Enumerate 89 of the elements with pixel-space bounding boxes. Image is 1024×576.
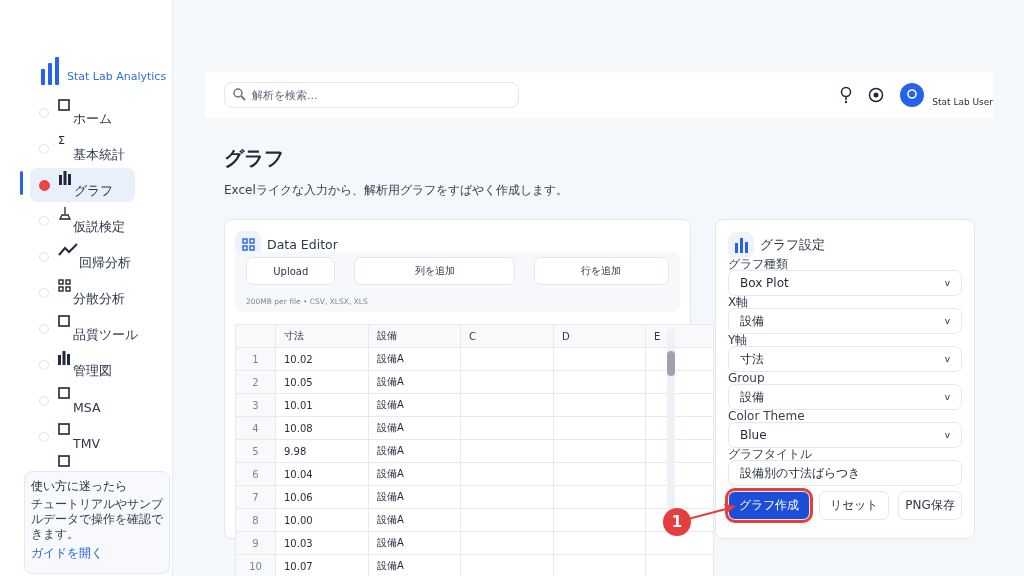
row-number: 5 xyxy=(235,439,276,463)
row-number: 6 xyxy=(235,462,276,486)
column-header: 寸法 xyxy=(275,324,369,348)
table-cell[interactable]: 設備A xyxy=(368,531,461,555)
sidebar-item[interactable]: 回帰分析 xyxy=(30,240,135,274)
table-cell[interactable]: 9.98 xyxy=(275,439,369,463)
row-number: 8 xyxy=(235,508,276,532)
avatar[interactable] xyxy=(900,83,925,107)
toolbar-button[interactable]: 行を追加 xyxy=(533,257,669,285)
scrollbar[interactable] xyxy=(667,329,675,509)
row-number: 9 xyxy=(235,531,276,555)
guide-link[interactable]: ガイドを開く xyxy=(31,545,103,562)
action-button[interactable]: グラフ作成 xyxy=(728,491,810,520)
table-cell[interactable]: 10.04 xyxy=(275,462,369,486)
table-cell[interactable]: 設備A xyxy=(368,462,461,486)
line-chart-icon xyxy=(58,243,78,256)
target-icon[interactable] xyxy=(868,87,885,103)
radio-dot xyxy=(39,179,50,191)
sidebar-item[interactable]: TMV xyxy=(30,420,135,454)
square-icon xyxy=(58,423,70,435)
row-number: 7 xyxy=(235,485,276,509)
bar-chart-icon xyxy=(734,237,748,253)
field-label: Y軸 xyxy=(728,334,748,346)
table-cell[interactable]: 10.05 xyxy=(275,370,369,394)
square-icon xyxy=(58,455,70,467)
table-cell[interactable]: 10.06 xyxy=(275,485,369,509)
toolbar-button[interactable]: Upload xyxy=(246,257,336,285)
table-cell[interactable]: 設備A xyxy=(368,416,461,440)
row-number: 10 xyxy=(235,554,276,576)
table-cell[interactable]: 設備A xyxy=(368,347,461,371)
column-header: 設備 xyxy=(368,324,461,348)
action-button[interactable]: PNG保存 xyxy=(898,491,962,520)
table-cell[interactable]: 10.00 xyxy=(275,508,369,532)
page-subtitle: Excelライクな入力から、解析用グラフをすばやく作成します。 xyxy=(224,182,569,199)
field-label: Group xyxy=(728,372,765,384)
bar-chart-icon xyxy=(59,171,71,185)
page-title: グラフ xyxy=(224,146,285,170)
column-header: D xyxy=(553,324,646,348)
sigma-icon: Σ xyxy=(58,135,65,147)
toolbar-button[interactable]: 列を追加 xyxy=(354,257,515,285)
sidebar-item[interactable]: Σ 基本統計 xyxy=(30,132,135,166)
row-number: 1 xyxy=(235,347,276,371)
table-cell[interactable]: 10.02 xyxy=(275,347,369,371)
square-icon xyxy=(58,387,70,399)
table-cell[interactable]: 設備A xyxy=(368,485,461,509)
grid-icon xyxy=(58,279,71,292)
flask-icon xyxy=(58,207,72,220)
user-name: Stat Lab User xyxy=(932,97,993,107)
table-cell[interactable]: 設備A xyxy=(368,370,461,394)
row-number: 3 xyxy=(235,393,276,417)
field-label: Color Theme xyxy=(728,410,805,422)
bar-chart-icon xyxy=(58,351,70,365)
column-header: C xyxy=(460,324,554,348)
help-text: チュートリアルやサンプルデータで操作を確認できます。 xyxy=(31,497,163,542)
field-label: グラフタイトル xyxy=(728,448,812,460)
table-cell[interactable]: 設備A xyxy=(368,393,461,417)
search-field[interactable]: 解析を検索... xyxy=(224,82,519,108)
card-title: グラフ設定 xyxy=(760,236,825,254)
table-cell[interactable]: 10.03 xyxy=(275,531,369,555)
action-button[interactable]: リセット xyxy=(819,491,889,520)
brand-name: Stat Lab Analytics xyxy=(67,70,167,83)
table-cell[interactable]: 10.01 xyxy=(275,393,369,417)
search-icon xyxy=(233,88,246,101)
field-label: X軸 xyxy=(728,296,749,308)
lightbulb-icon[interactable] xyxy=(840,86,853,104)
square-icon xyxy=(58,99,70,111)
row-number: 2 xyxy=(235,370,276,394)
select-field[interactable]: Blue v xyxy=(728,422,962,448)
select-field[interactable]: 設備 v xyxy=(728,384,962,410)
input-field[interactable]: 設備別の寸法ばらつき xyxy=(728,460,962,486)
help-title: 使い方に迷ったら xyxy=(31,478,128,495)
square-icon xyxy=(58,315,70,327)
select-field[interactable]: Box Plot v xyxy=(728,270,962,296)
table-cell[interactable]: 10.08 xyxy=(275,416,369,440)
bar-chart-icon xyxy=(41,57,59,85)
sidebar-item[interactable]: MSA xyxy=(30,384,135,418)
sidebar-item[interactable]: 仮説検定 xyxy=(30,204,135,238)
sidebar-item[interactable]: ホーム xyxy=(30,96,135,130)
sidebar-item[interactable]: 管理図 xyxy=(30,348,135,382)
sidebar-item[interactable]: グラフ xyxy=(30,168,135,202)
card-title: Data Editor xyxy=(267,236,338,252)
grid-icon xyxy=(241,237,255,251)
field-label: グラフ種類 xyxy=(728,258,788,270)
sidebar-item[interactable]: 分散分析 xyxy=(30,276,135,310)
row-number: 4 xyxy=(235,416,276,440)
table-cell[interactable]: 設備A xyxy=(368,439,461,463)
select-field[interactable]: 寸法 v xyxy=(728,346,962,372)
table-cell[interactable]: 設備A xyxy=(368,508,461,532)
select-field[interactable]: 設備 v xyxy=(728,308,962,334)
